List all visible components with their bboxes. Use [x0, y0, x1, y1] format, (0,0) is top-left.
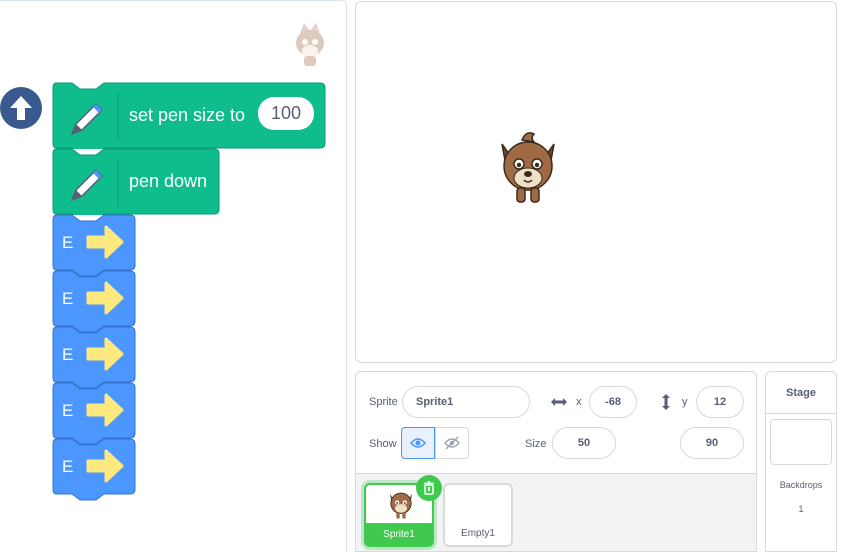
e-label: E [62, 289, 74, 308]
sprite-tile-label-bar: Sprite1 [366, 523, 432, 545]
show-sprite-button[interactable] [401, 427, 435, 459]
sprite-tile-name: Sprite1 [383, 528, 415, 540]
sprite-watermark-icon [296, 23, 324, 66]
eye-icon [410, 438, 426, 448]
size-value: 50 [577, 437, 591, 449]
e-arrow-block[interactable]: E [52, 326, 136, 389]
arrow-up-circle-icon [10, 96, 32, 120]
show-label: Show [369, 438, 397, 450]
y-label: y [682, 396, 688, 408]
eye-slash-icon [444, 436, 460, 450]
pen-down-label: pen down [129, 171, 208, 191]
right-arrow-icon [86, 225, 124, 259]
stage-canvas[interactable] [355, 1, 837, 363]
e-arrow-block[interactable]: E [52, 382, 136, 445]
pen-extension-icon [70, 102, 104, 136]
e-arrow-block[interactable]: E [52, 438, 136, 502]
sprite-thumbnail-icon [389, 492, 413, 519]
x-value: -68 [605, 396, 621, 408]
vertical-arrows-icon [662, 394, 670, 410]
x-label: x [576, 396, 582, 408]
right-arrow-icon [86, 393, 124, 427]
backdrop-thumbnail[interactable] [770, 419, 832, 465]
e-label: E [62, 401, 74, 420]
scratch-editor: set pen size to 100 pen down E E E E E S… [0, 0, 841, 552]
backdrops-label: Backdrops [779, 480, 823, 490]
direction-value: 90 [705, 437, 719, 449]
size-label: Size [525, 438, 547, 450]
right-arrow-icon [86, 337, 124, 371]
pen-size-input[interactable]: 100 [258, 97, 314, 130]
pen-down-block[interactable]: pen down [52, 148, 220, 215]
stage-selector-pane[interactable]: Stage Backdrops 1 [765, 371, 837, 552]
horizontal-arrows-icon [551, 398, 567, 406]
e-label: E [62, 345, 74, 364]
pen-extension-icon [70, 168, 104, 202]
direction-input[interactable]: 90 [680, 427, 744, 459]
trash-icon [424, 481, 434, 495]
stage-pane-header: Stage [766, 372, 836, 414]
sprite-tile-empty1[interactable]: Empty1 [443, 483, 513, 547]
sprite-list: Sprite1 Empty1 [356, 473, 756, 551]
go-up-button[interactable] [0, 87, 42, 129]
e-arrow-block[interactable]: E [52, 214, 136, 277]
y-value: 12 [713, 396, 727, 408]
set-pen-size-label: set pen size to [129, 105, 246, 125]
e-label: E [62, 233, 74, 252]
sprite-name-label: Sprite [369, 396, 398, 408]
set-pen-size-block[interactable]: set pen size to 100 [52, 82, 326, 149]
sprite-name-input[interactable]: Sprite1 [402, 386, 530, 418]
x-input[interactable]: -68 [589, 386, 637, 418]
sprite-name-value: Sprite1 [416, 396, 454, 408]
sprite-tile-sprite1[interactable]: Sprite1 [364, 475, 442, 547]
stage-title: Stage [786, 386, 816, 399]
size-input[interactable]: 50 [552, 427, 616, 459]
y-input[interactable]: 12 [696, 386, 744, 418]
code-area[interactable]: set pen size to 100 pen down E E E E E [0, 0, 347, 552]
delete-sprite-button[interactable] [416, 475, 442, 501]
e-arrow-block[interactable]: E [52, 270, 136, 333]
backdrops-count: 1 [798, 504, 804, 514]
hide-sprite-button[interactable] [435, 427, 469, 459]
e-label: E [62, 457, 74, 476]
sprite-info-pane: Sprite Sprite1 x -68 y 12 Show Size 50 9… [355, 371, 757, 552]
dog-sprite-icon[interactable] [498, 130, 558, 210]
sprite-tile-name: Empty1 [461, 528, 495, 539]
right-arrow-icon [86, 449, 124, 483]
right-arrow-icon [86, 281, 124, 315]
